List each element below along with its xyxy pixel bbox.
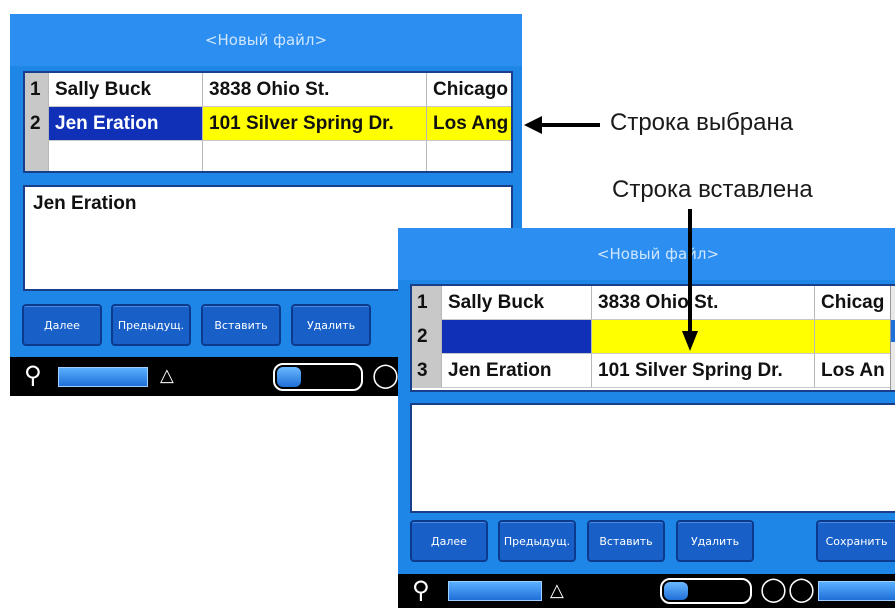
cell-address[interactable]: 3838 Ohio St. bbox=[203, 73, 427, 107]
cell-city[interactable] bbox=[815, 320, 895, 354]
next-button[interactable]: Далее bbox=[22, 304, 102, 346]
search-icon[interactable]: ⚲ bbox=[412, 576, 430, 604]
cell-city[interactable]: Chicag bbox=[815, 286, 895, 320]
label-progress-bar bbox=[58, 367, 148, 387]
table-row-inserted[interactable]: 2 bbox=[412, 320, 895, 354]
table-row-empty[interactable] bbox=[25, 141, 511, 171]
cell-address[interactable]: 101 Silver Spring Dr. bbox=[203, 107, 427, 141]
cell-name[interactable] bbox=[442, 320, 592, 354]
arrow-selected-icon bbox=[524, 116, 600, 134]
data-table: 1 Sally Buck 3838 Ohio St. Chicag 2 3 Je… bbox=[410, 284, 895, 392]
status-bar: ⚲ △ ◯ ◯ bbox=[398, 574, 895, 608]
arrow-inserted-icon bbox=[682, 209, 698, 351]
search-icon[interactable]: ⚲ bbox=[24, 361, 42, 389]
tape-icon: ◯ bbox=[788, 575, 815, 603]
previous-button[interactable]: Предыдущ. bbox=[111, 304, 191, 346]
battery-icon bbox=[660, 578, 752, 604]
cell-name[interactable] bbox=[49, 141, 203, 171]
cell-address[interactable]: 3838 Ohio St. bbox=[592, 286, 815, 320]
scrollbar-thumb[interactable] bbox=[891, 320, 895, 342]
table-row[interactable]: 1 Sally Buck 3838 Ohio St. Chicag bbox=[412, 286, 895, 320]
save-button[interactable]: Сохранить bbox=[816, 520, 895, 562]
callout-row-inserted: Строка вставлена bbox=[612, 176, 813, 203]
previous-button[interactable]: Предыдущ. bbox=[498, 520, 576, 562]
callout-row-selected: Строка выбрана bbox=[610, 109, 794, 136]
cell-name[interactable]: Jen Eration bbox=[442, 354, 592, 388]
window-title: <Новый файл> bbox=[10, 14, 522, 66]
label-progress-bar bbox=[448, 581, 542, 601]
cell-city[interactable]: Los An bbox=[815, 354, 895, 388]
next-button[interactable]: Далее bbox=[410, 520, 488, 562]
row-number: 2 bbox=[412, 320, 442, 354]
table-row[interactable]: 3 Jen Eration 101 Silver Spring Dr. Los … bbox=[412, 354, 895, 388]
row-number: 1 bbox=[25, 73, 49, 107]
row-number: 1 bbox=[412, 286, 442, 320]
cell-city[interactable] bbox=[427, 141, 511, 171]
cell-text-field[interactable] bbox=[410, 403, 895, 513]
cell-address[interactable]: 101 Silver Spring Dr. bbox=[592, 354, 815, 388]
font-icon[interactable]: △ bbox=[160, 365, 174, 386]
cell-address[interactable] bbox=[592, 320, 815, 354]
cell-city[interactable]: Los Ang bbox=[427, 107, 511, 141]
battery-icon bbox=[273, 363, 363, 391]
delete-button[interactable]: Удалить bbox=[676, 520, 754, 562]
row-number: 3 bbox=[412, 354, 442, 388]
table-row[interactable]: 1 Sally Buck 3838 Ohio St. Chicago bbox=[25, 73, 511, 107]
tape-icon: ◯ bbox=[372, 361, 399, 389]
cell-address[interactable] bbox=[203, 141, 427, 171]
table-row-selected[interactable]: 2 Jen Eration 101 Silver Spring Dr. Los … bbox=[25, 107, 511, 141]
window-title: <Новый файл> bbox=[398, 228, 895, 280]
table-scrollbar[interactable] bbox=[890, 286, 895, 390]
cell-name[interactable]: Sally Buck bbox=[49, 73, 203, 107]
row-number: 2 bbox=[25, 107, 49, 141]
data-table: 1 Sally Buck 3838 Ohio St. Chicago 2 Jen… bbox=[23, 71, 513, 173]
tape-icon: ◯ bbox=[760, 575, 787, 603]
cell-name[interactable]: Sally Buck bbox=[442, 286, 592, 320]
insert-button[interactable]: Вставить bbox=[201, 304, 281, 346]
screen-row-inserted: <Новый файл> 1 Sally Buck 3838 Ohio St. … bbox=[398, 228, 895, 608]
tape-level-bar bbox=[818, 581, 895, 601]
font-icon[interactable]: △ bbox=[550, 580, 564, 601]
delete-button[interactable]: Удалить bbox=[291, 304, 371, 346]
cell-city[interactable]: Chicago bbox=[427, 73, 511, 107]
insert-button[interactable]: Вставить bbox=[587, 520, 665, 562]
cell-name[interactable]: Jen Eration bbox=[49, 107, 203, 141]
row-number bbox=[25, 141, 49, 171]
